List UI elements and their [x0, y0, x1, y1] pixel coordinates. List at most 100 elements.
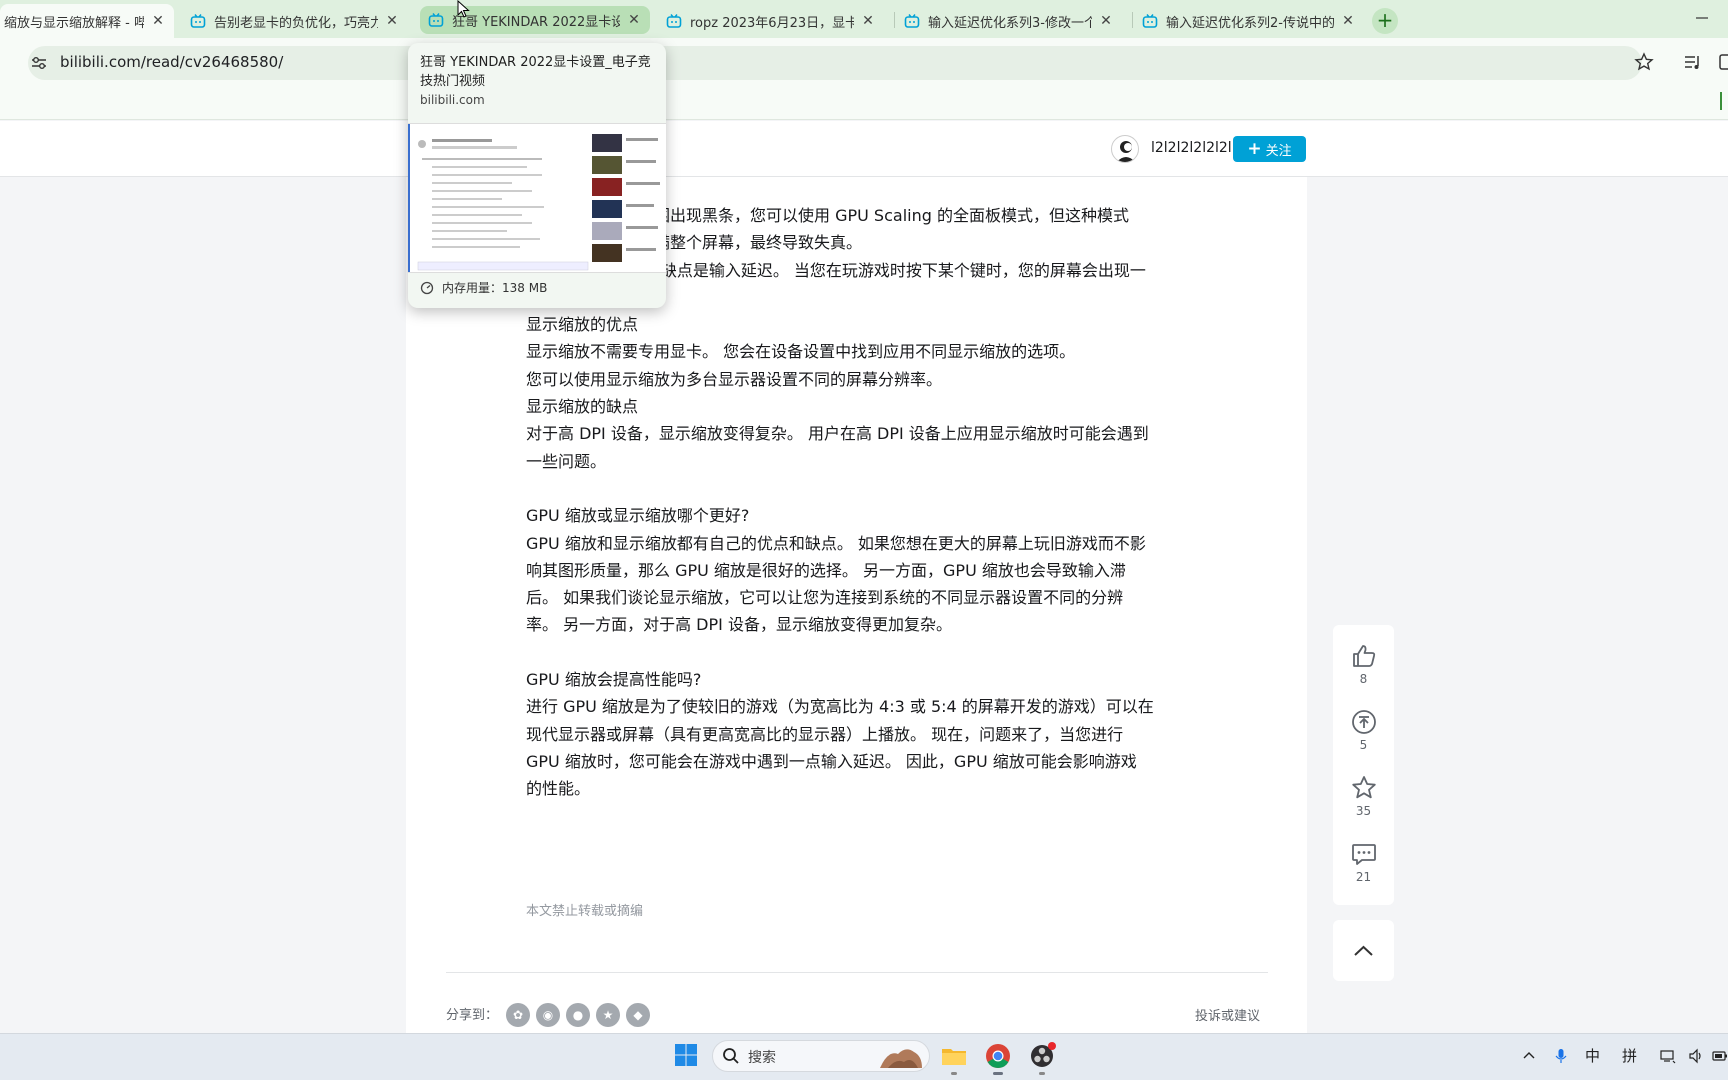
- plus-icon: +: [1247, 138, 1262, 159]
- bilibili-icon: [666, 14, 682, 28]
- thumbs-up-icon: [1352, 645, 1375, 667]
- comment-icon: [1351, 844, 1376, 865]
- tab-1[interactable]: 缩放与显示缩放解释 - 哔哩 ✕: [0, 4, 174, 38]
- bookmark-indicator: [1720, 92, 1722, 110]
- coin-button[interactable]: 5: [1333, 708, 1394, 768]
- article-paragraph: 显示缩放的缺点: [526, 397, 639, 417]
- article-paragraph: 显示缩放不需要专用显卡。 您会在设备设置中找到应用不同显示缩放的选项。: [526, 342, 1076, 362]
- url-text[interactable]: bilibili.com/read/cv26468580/: [60, 53, 283, 71]
- search-placeholder: 搜索: [748, 1050, 776, 1066]
- tab-title: 缩放与显示缩放解释 - 哔哩: [4, 15, 144, 31]
- obs-icon[interactable]: [1028, 1042, 1056, 1070]
- back-to-top-button[interactable]: [1333, 920, 1394, 981]
- article-paragraph: 您可以使用显示缩放为多台显示器设置不同的屏幕分辨率。: [526, 369, 943, 389]
- volume-icon[interactable]: [1688, 1048, 1704, 1064]
- thumbnail-image: [408, 124, 666, 272]
- search-highlight-image: [880, 1049, 922, 1068]
- memory-gauge-icon: [420, 281, 434, 294]
- tab-title: ropz 2023年6月23日，显卡设: [690, 15, 854, 31]
- tab-separator: [1132, 12, 1133, 28]
- share-wechat-icon[interactable]: ●: [566, 1003, 590, 1027]
- chevron-up-icon[interactable]: [1521, 1048, 1537, 1064]
- ime-language[interactable]: 中: [1585, 1045, 1600, 1066]
- microphone-icon[interactable]: [1553, 1048, 1569, 1064]
- memory-label: 内存用量：138 MB: [442, 281, 548, 295]
- comment-button[interactable]: 21: [1333, 840, 1394, 900]
- close-icon[interactable]: ✕: [1098, 13, 1114, 29]
- ime-mode[interactable]: 拼: [1622, 1045, 1637, 1066]
- article-paragraph: 响其图形质量，那么 GPU 缩放是很好的选择。 另一方面，GPU 缩放也会导致输…: [526, 560, 1126, 580]
- memory-usage: 内存用量：138 MB: [420, 279, 547, 296]
- tab-title: 输入延迟优化系列2-传说中的新: [1166, 15, 1334, 31]
- tab-title: 告别老显卡的负优化，巧亮力能: [214, 15, 378, 31]
- network-icon[interactable]: [1660, 1048, 1676, 1064]
- share-qzone-icon[interactable]: ★: [596, 1003, 620, 1027]
- new-tab-button[interactable]: +: [1372, 8, 1398, 34]
- like-count: 8: [1359, 672, 1368, 686]
- copyright-notice: 本文禁止转载或摘编: [526, 904, 644, 919]
- bookmark-star-icon[interactable]: [1634, 52, 1654, 72]
- author-name[interactable]: l2l2l2l2l2l2l: [1151, 140, 1232, 156]
- tab-3[interactable]: 狂哥 YEKINDAR 2022显卡设置 ✕: [420, 6, 650, 34]
- article-paragraph: 一些问题。: [526, 451, 607, 471]
- comment-count: 21: [1355, 870, 1372, 884]
- preview-domain: bilibili.com: [420, 93, 485, 107]
- share-qq-icon[interactable]: ◆: [626, 1003, 650, 1027]
- follow-label: 关注: [1265, 143, 1292, 159]
- share-weibo-icon[interactable]: ◉: [536, 1003, 560, 1027]
- article-paragraph: GPU 缩放时，您可能会在游戏中遇到一点输入延迟。 因此，GPU 缩放可能会影响…: [526, 751, 1137, 771]
- bilibili-icon: [904, 14, 920, 28]
- article-paragraph: GPU 缩放和显示缩放都有自己的优点和缺点。 如果您想在更大的屏幕上玩旧游戏而不…: [526, 533, 1146, 553]
- preview-thumbnail: [408, 123, 666, 273]
- article-paragraph: GPU 缩放会提高性能吗?: [526, 670, 702, 690]
- search-icon: [723, 1048, 739, 1064]
- chrome-icon[interactable]: [984, 1042, 1012, 1070]
- close-icon[interactable]: ✕: [1340, 13, 1356, 29]
- site-header: [0, 121, 1728, 177]
- file-explorer-icon[interactable]: [940, 1042, 968, 1070]
- bilibili-icon: [1142, 14, 1158, 28]
- tab-5[interactable]: 输入延迟优化系列3-修改一个注 ✕: [896, 6, 1122, 36]
- coin-icon: [1351, 710, 1376, 734]
- close-icon[interactable]: ✕: [384, 13, 400, 29]
- share-dynamic-icon[interactable]: ✿: [506, 1003, 530, 1027]
- tab-separator: [894, 12, 895, 28]
- bilibili-icon: [190, 14, 206, 28]
- article-paragraph: 进行 GPU 缩放是为了使较旧的游戏（为宽高比为 4:3 或 5:4 的屏幕开发…: [526, 697, 1154, 717]
- close-icon[interactable]: ✕: [860, 13, 876, 29]
- close-icon[interactable]: ✕: [150, 13, 166, 29]
- tab-hover-preview: 狂哥 YEKINDAR 2022显卡设置_电子竞技热门视频 bilibili.c…: [408, 43, 666, 308]
- running-indicator: [951, 1072, 957, 1075]
- battery-icon[interactable]: [1712, 1048, 1728, 1064]
- article-paragraph: 后。 如果我们谈论显示缩放，它可以让您为连接到系统的不同显示器设置不同的分辨: [526, 588, 1124, 608]
- tab-4[interactable]: ropz 2023年6月23日，显卡设 ✕: [658, 6, 884, 36]
- bookmarks-bar: [0, 86, 1728, 120]
- article-paragraph: 率。 另一方面，对于高 DPI 设备，显示缩放变得更加复杂。: [526, 615, 952, 635]
- avatar[interactable]: [1111, 135, 1139, 163]
- article-paragraph: 现代显示器或屏幕（具有更高宽高比的显示器）上播放。 现在，问题来了，当您进行: [526, 724, 1124, 744]
- site-info-icon[interactable]: [30, 55, 48, 71]
- favorite-button[interactable]: 35: [1333, 774, 1394, 834]
- article-paragraph: 对于高 DPI 设备，显示缩放变得复杂。 用户在高 DPI 设备上应用显示缩放时…: [526, 424, 1149, 444]
- minimize-icon[interactable]: [1692, 8, 1712, 28]
- chevron-up-icon: [1354, 945, 1373, 956]
- share-label: 分享到：: [446, 1008, 499, 1023]
- mouse-cursor-icon: [457, 0, 470, 18]
- tab-6[interactable]: 输入延迟优化系列2-传说中的新 ✕: [1134, 6, 1364, 36]
- running-indicator: [1039, 1072, 1045, 1075]
- report-link[interactable]: 投诉或建议: [1195, 1005, 1260, 1024]
- running-indicator: [993, 1072, 1003, 1075]
- tab-2[interactable]: 告别老显卡的负优化，巧亮力能 ✕: [182, 6, 408, 36]
- tab-title: 狂哥 YEKINDAR 2022显卡设置: [452, 14, 620, 30]
- windows-start-icon[interactable]: [674, 1043, 698, 1067]
- tab-title: 输入延迟优化系列3-修改一个注: [928, 15, 1092, 31]
- side-panel-icon[interactable]: [1718, 53, 1728, 71]
- media-control-icon[interactable]: [1683, 53, 1703, 71]
- like-button[interactable]: 8: [1333, 642, 1394, 702]
- follow-button[interactable]: + 关注: [1233, 136, 1306, 162]
- close-icon[interactable]: ✕: [626, 12, 642, 28]
- coin-count: 5: [1359, 738, 1368, 752]
- article-paragraph: 显示缩放的优点: [526, 315, 639, 335]
